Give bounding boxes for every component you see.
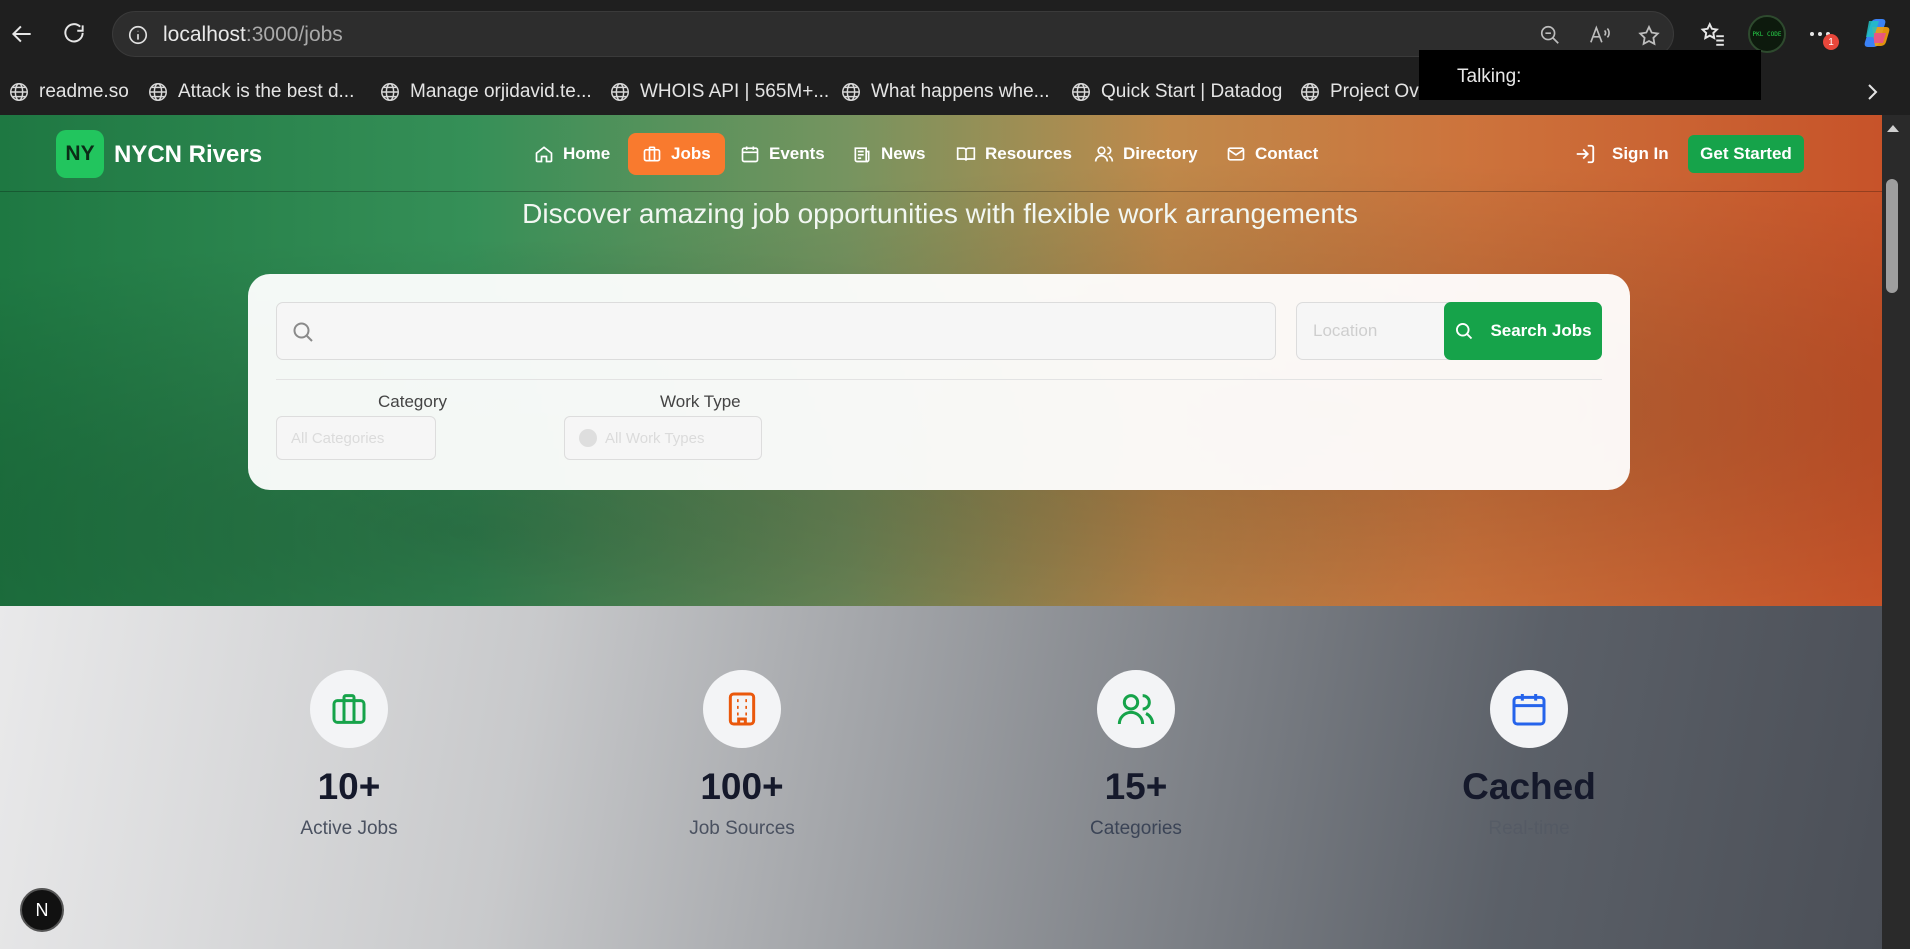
nav-resources[interactable]: Resources (942, 133, 1086, 175)
bookmark-item[interactable]: Manage orjidavid.te... (379, 77, 592, 107)
nav-events[interactable]: Events (726, 133, 839, 175)
category-label: Category (378, 392, 447, 411)
bookmark-item[interactable]: Project Ove (1299, 77, 1429, 107)
copilot-icon[interactable] (1860, 15, 1894, 49)
search-icon (291, 320, 315, 344)
stat-value: 100+ (700, 766, 784, 807)
url-text[interactable]: localhost:3000/jobs (163, 23, 343, 47)
briefcase-icon (310, 670, 388, 748)
card-divider (276, 379, 1602, 380)
stat-label: Active Jobs (300, 818, 398, 839)
stat-value: 10+ (317, 766, 381, 807)
zoom-out-icon[interactable] (1539, 24, 1561, 46)
globe-icon (149, 83, 167, 101)
sign-in-icon (1576, 144, 1595, 164)
stat-categories: 15+ Categories (986, 670, 1286, 840)
search-jobs-button[interactable]: Search Jobs (1444, 302, 1602, 360)
hero-subtitle: Discover amazing job opportunities with … (522, 198, 1358, 229)
stat-value: 15+ (1104, 766, 1168, 807)
globe-icon (1301, 83, 1319, 101)
keyword-search-input[interactable] (321, 303, 1221, 359)
talking-overlay: Talking: (1419, 50, 1761, 100)
nav-news[interactable]: News (838, 133, 939, 175)
logo-name[interactable]: NYCN Rivers (114, 141, 262, 169)
work-type-label: Work Type (660, 392, 741, 411)
back-button[interactable] (4, 16, 40, 52)
search-icon (1456, 323, 1473, 340)
logo-mark[interactable]: NY (56, 130, 104, 178)
chevron-right-icon (1868, 84, 1878, 100)
notification-badge: 1 (1823, 34, 1839, 50)
keyword-search-field[interactable] (276, 302, 1276, 360)
newspaper-icon (854, 147, 870, 163)
scrollbar-thumb[interactable] (1886, 179, 1898, 293)
stat-label: Job Sources (689, 818, 795, 839)
users-icon (1097, 670, 1175, 748)
briefcase-icon (643, 146, 661, 162)
bookmark-item[interactable]: What happens whe... (840, 77, 1050, 107)
bookmark-item[interactable]: Quick Start | Datadog (1070, 77, 1282, 107)
nav-contact[interactable]: Contact (1212, 133, 1332, 175)
read-aloud-icon[interactable] (1588, 24, 1612, 46)
calendar-icon (741, 146, 759, 163)
home-icon (535, 146, 553, 163)
stat-job-sources: 100+ Job Sources (592, 670, 892, 840)
users-icon (1094, 146, 1114, 162)
stats-section: 10+ Active Jobs 100+ Job Sources 15+ Cat… (0, 606, 1882, 949)
bookmarks-overflow-button[interactable] (1864, 81, 1880, 103)
bookmark-item[interactable]: WHOIS API | 565M+... (609, 77, 829, 107)
nav-jobs[interactable]: Jobs (628, 133, 725, 175)
profile-avatar[interactable]: PKL CODE (1748, 15, 1786, 53)
stat-value: Cached (1462, 766, 1596, 807)
stat-cached: Cached Real-time (1379, 670, 1679, 840)
stat-label: Real-time (1488, 818, 1570, 839)
vertical-scrollbar[interactable] (1882, 115, 1910, 949)
stat-label: Categories (1090, 818, 1182, 839)
favorite-star-icon[interactable] (1637, 24, 1661, 48)
favorites-button[interactable] (1695, 16, 1731, 52)
web-page: NY NYCN Rivers Home Jobs Events News Res… (0, 115, 1882, 949)
site-info-icon[interactable] (127, 24, 149, 46)
scroll-up-icon[interactable] (1886, 123, 1900, 133)
refresh-button[interactable] (56, 16, 92, 52)
book-open-icon (956, 147, 976, 161)
mail-icon (1227, 147, 1245, 161)
bookmark-item[interactable]: readme.so (8, 77, 129, 107)
refresh-icon (64, 23, 84, 43)
hero-section: NY NYCN Rivers Home Jobs Events News Res… (0, 115, 1882, 606)
globe-icon (611, 83, 629, 101)
work-type-select[interactable]: All Work Types (564, 416, 762, 460)
get-started-button[interactable]: Get Started (1688, 135, 1804, 173)
globe-icon (1072, 83, 1090, 101)
calendar-icon (1490, 670, 1568, 748)
building-icon (703, 670, 781, 748)
globe-icon (381, 83, 399, 101)
favorites-icon (1700, 21, 1724, 46)
category-select[interactable]: All Categories (276, 416, 436, 460)
job-search-card: Search Jobs Category All Categories Work… (248, 274, 1630, 490)
stat-active-jobs: 10+ Active Jobs (199, 670, 499, 840)
site-navbar: NY NYCN Rivers Home Jobs Events News Res… (0, 115, 1882, 192)
work-type-icon (579, 429, 597, 447)
globe-icon (842, 83, 860, 101)
nav-directory[interactable]: Directory (1080, 133, 1212, 175)
bookmark-item[interactable]: Attack is the best d... (147, 77, 354, 107)
nav-home[interactable]: Home (520, 133, 624, 175)
nextjs-dev-badge[interactable]: N (20, 888, 64, 932)
sign-in-button[interactable]: Sign In (1574, 133, 1669, 175)
arrow-left-icon (11, 25, 31, 43)
globe-icon (10, 83, 28, 101)
